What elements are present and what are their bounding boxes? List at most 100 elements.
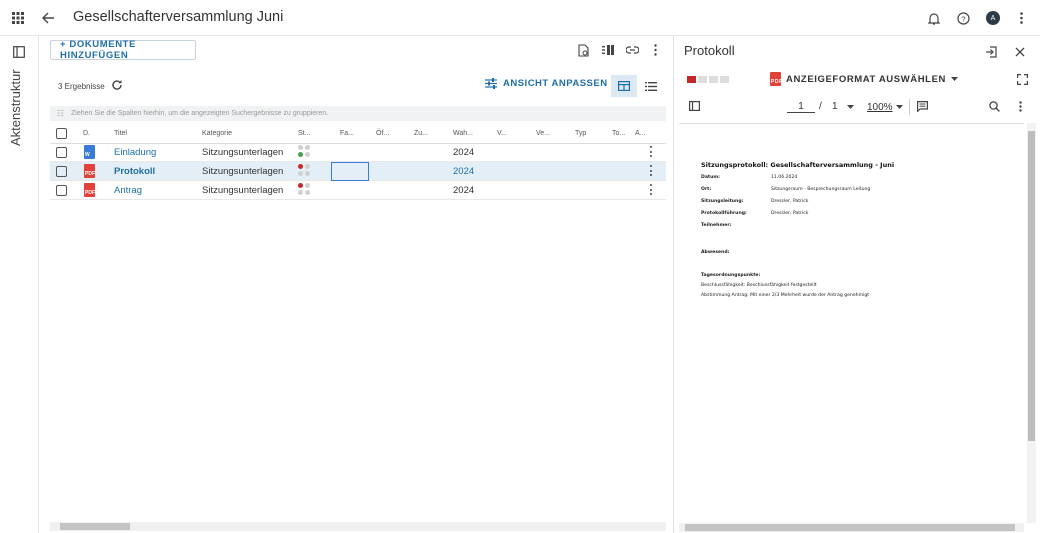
focused-cell[interactable] — [331, 162, 369, 181]
row-menu-icon[interactable] — [650, 146, 652, 159]
zoom-select[interactable]: 100% — [867, 101, 905, 113]
page-number-input[interactable]: 1 — [787, 101, 815, 113]
page-title: Gesellschafterversammlung Juni — [73, 9, 284, 25]
col-header-oef[interactable]: Öf... — [376, 130, 389, 137]
side-rail: Aktenstruktur — [0, 36, 39, 533]
col-header-v[interactable]: V... — [497, 130, 507, 137]
open-in-new-icon[interactable] — [982, 43, 1000, 61]
group-by-hint: Ziehen Sie die Spalten hierhin, um die a… — [71, 110, 329, 117]
refresh-icon[interactable] — [108, 76, 126, 94]
field-value: Dressler, Patrick — [771, 211, 809, 216]
viewer-more-icon[interactable] — [1012, 98, 1028, 114]
list-view-button[interactable] — [638, 75, 664, 97]
status-indicator — [298, 145, 314, 160]
avatar-initial: A — [986, 11, 1000, 25]
pdf-file-icon: PDF — [84, 183, 95, 197]
row-checkbox[interactable] — [56, 166, 67, 177]
tune-icon — [485, 78, 497, 89]
search-icon[interactable] — [986, 98, 1002, 114]
app-bar: Gesellschafterversammlung Juni ? A — [0, 0, 1040, 36]
panel-toggle-icon[interactable] — [9, 42, 29, 62]
table-row[interactable]: PDF Protokoll Sitzungsunterlagen 2024 — [50, 162, 666, 181]
customize-view-label: ANSICHT ANPASSEN — [503, 78, 608, 89]
pdf-vertical-scrollbar[interactable] — [1027, 123, 1036, 523]
document-title-link[interactable]: Antrag — [114, 185, 142, 196]
field-value: Dressler, Patrick — [771, 199, 809, 204]
word-file-icon: W — [84, 145, 95, 159]
col-header-title[interactable]: Titel — [114, 130, 127, 137]
apps-grid-icon[interactable] — [8, 8, 28, 28]
more-vert-icon[interactable] — [1011, 8, 1031, 28]
field-key: Teilnehmer: — [701, 223, 732, 228]
agenda-line: Abstimmung Antrag: Mit einer 2/3 Mehrhei… — [701, 293, 870, 298]
col-header-actions[interactable]: A... — [635, 130, 646, 137]
field-row: Teilnehmer: — [701, 223, 1021, 235]
scrollbar-thumb[interactable] — [685, 524, 1015, 531]
col-header-zu[interactable]: Zu... — [414, 130, 428, 137]
col-header-wahl[interactable]: Wah... — [453, 130, 473, 137]
preview-title: Protokoll — [684, 43, 735, 58]
link-icon[interactable] — [623, 41, 641, 59]
bell-icon[interactable] — [924, 8, 944, 28]
col-header-typ[interactable]: Typ — [575, 130, 586, 137]
page-separator: / — [819, 101, 822, 112]
field-key: Ort: — [701, 187, 712, 192]
field-row: Ort: Sitzungsraum - Besprechungsraum Leit… — [701, 187, 1021, 199]
year-cell: 2024 — [453, 166, 475, 177]
pdf-horizontal-scrollbar[interactable] — [679, 523, 1024, 532]
absent-label: Abwesend: — [701, 250, 730, 255]
col-header-to[interactable]: To... — [612, 130, 625, 137]
help-icon[interactable]: ? — [953, 8, 973, 28]
col-header-fa[interactable]: Fa... — [340, 130, 354, 137]
document-title-link[interactable]: Einladung — [114, 147, 156, 158]
col-header-doc[interactable]: D. — [83, 130, 90, 137]
row-menu-icon[interactable] — [650, 184, 652, 197]
agenda-label: Tagesordnungspunkte: — [701, 273, 761, 278]
row-checkbox[interactable] — [56, 185, 67, 196]
customize-view-button[interactable]: ANSICHT ANPASSEN — [485, 78, 608, 89]
format-swatch[interactable] — [687, 76, 739, 83]
aktenstruktur-label[interactable]: Aktenstruktur — [8, 69, 23, 146]
preview-panel: Protokoll PDF ANZEIGEFORMAT AUSWÄHLEN 1 … — [674, 36, 1040, 533]
group-by-drop-zone[interactable]: ☷ Ziehen Sie die Spalten hierhin, um die… — [50, 106, 666, 121]
field-key: Datum: — [701, 175, 721, 180]
page-dropdown-icon[interactable] — [844, 100, 856, 114]
col-header-status[interactable]: St... — [298, 130, 310, 137]
row-checkbox[interactable] — [56, 147, 67, 158]
table-row[interactable]: PDF Antrag Sitzungsunterlagen 2024 — [50, 181, 666, 200]
protocol-title: Sitzungsprotokoll: Gesellschafterversamm… — [701, 161, 895, 169]
add-documents-button[interactable]: + DOKUMENTE HINZUFÜGEN — [50, 39, 196, 61]
comment-icon[interactable] — [914, 98, 930, 114]
row-menu-icon[interactable] — [650, 165, 652, 178]
document-title-link[interactable]: Protokoll — [114, 166, 155, 177]
table-horizontal-scrollbar[interactable] — [50, 522, 666, 531]
category-cell: Sitzungsunterlagen — [202, 147, 284, 158]
pdf-file-icon: PDF — [84, 164, 95, 178]
scrollbar-thumb[interactable] — [1028, 131, 1035, 441]
table-row[interactable]: W Einladung Sitzungsunterlagen 2024 — [50, 143, 666, 162]
status-indicator — [298, 164, 314, 179]
sidebar-toggle-icon[interactable] — [686, 98, 702, 114]
fullscreen-icon[interactable] — [1013, 70, 1031, 88]
document-settings-icon[interactable] — [574, 41, 592, 59]
table-header: D. Titel Kategorie St... Fa... Öf... Zu.… — [50, 124, 666, 144]
agenda-line: Beschlussfähigkeit: Beschlussfähigkeit f… — [701, 283, 817, 288]
display-format-dropdown[interactable]: PDF ANZEIGEFORMAT AUSWÄHLEN — [770, 72, 958, 86]
svg-text:?: ? — [961, 14, 965, 23]
field-key: Sitzungsleitung: — [701, 199, 744, 204]
back-arrow-icon[interactable] — [38, 8, 58, 28]
page-total: 1 — [832, 101, 838, 112]
avatar[interactable]: A — [983, 8, 1003, 28]
select-all-checkbox[interactable] — [56, 128, 67, 139]
more-vert-icon[interactable] — [646, 41, 664, 59]
close-icon[interactable] — [1011, 43, 1029, 61]
group-icon: ☷ — [56, 109, 65, 118]
col-header-ve[interactable]: Ve... — [536, 130, 550, 137]
field-row: Sitzungsleitung: Dressler, Patrick — [701, 199, 1021, 211]
category-cell: Sitzungsunterlagen — [202, 166, 284, 177]
columns-icon[interactable] — [599, 41, 617, 59]
col-header-category[interactable]: Kategorie — [202, 130, 232, 137]
field-row: Datum: 11.06.2024 — [701, 175, 1021, 187]
scrollbar-thumb[interactable] — [60, 523, 130, 530]
table-view-button[interactable] — [611, 75, 637, 97]
